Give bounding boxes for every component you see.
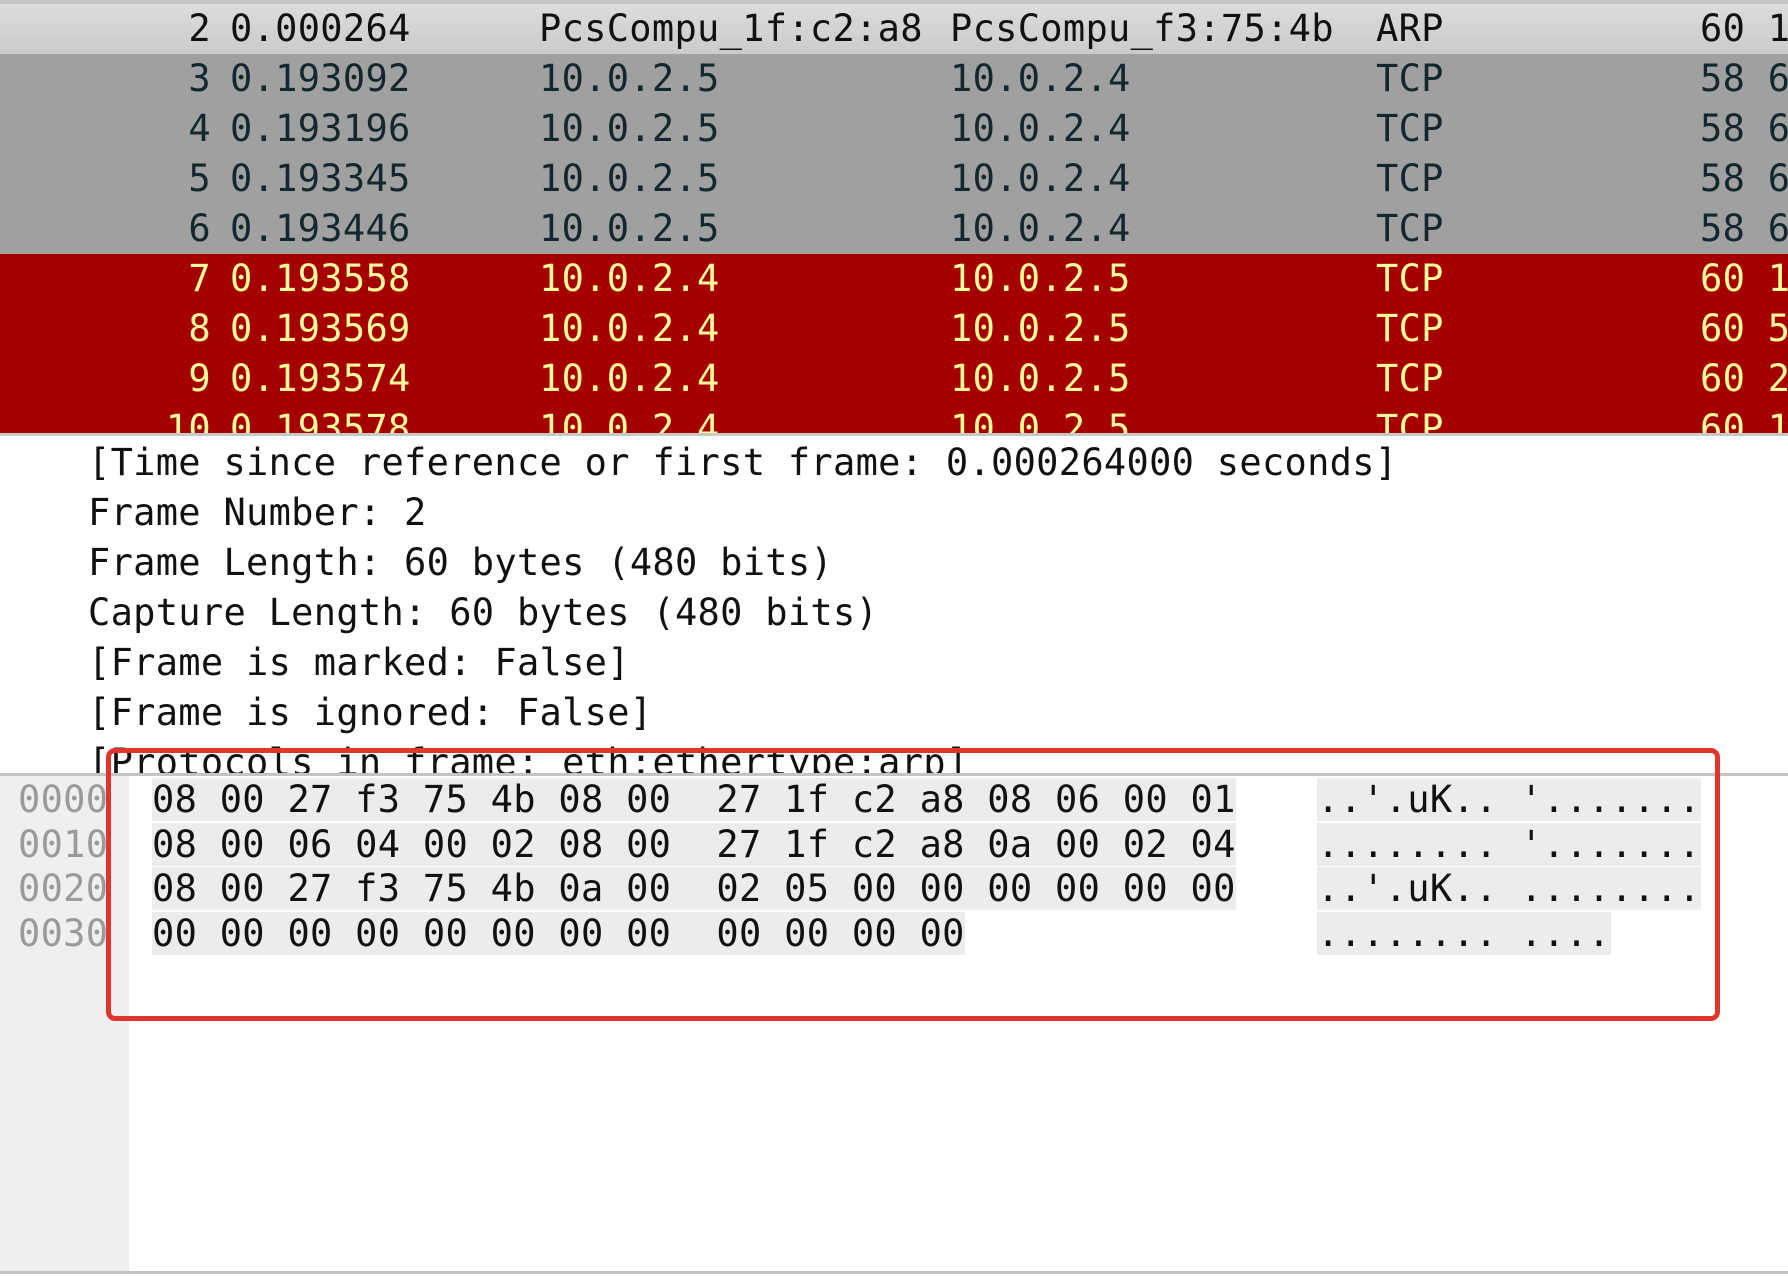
detail-line[interactable]: Capture Length: 60 bytes (480 bits) bbox=[88, 588, 878, 638]
packet-number: 9 bbox=[188, 357, 211, 400]
packet-length: 60 1 bbox=[1700, 257, 1788, 300]
packet-protocol: TCP bbox=[1376, 307, 1444, 350]
packet-time: 0.193196 bbox=[230, 107, 411, 150]
packet-row[interactable]: 9 0.193574 10.0.2.4 10.0.2.5 TCP 60 2 bbox=[0, 354, 1788, 404]
packet-length: 60 1 bbox=[1700, 7, 1788, 50]
packet-protocol: ARP bbox=[1376, 7, 1444, 50]
pane-divider bbox=[0, 1271, 1788, 1274]
packet-number: 3 bbox=[188, 57, 211, 100]
packet-source: 10.0.2.4 bbox=[539, 407, 720, 433]
detail-line[interactable]: Frame Number: 2 bbox=[88, 488, 427, 538]
packet-time: 0.193092 bbox=[230, 57, 411, 100]
packet-row[interactable]: 10 0.193578 10.0.2.4 10.0.2.5 TCP 60 1 bbox=[0, 404, 1788, 433]
packet-protocol: TCP bbox=[1376, 107, 1444, 150]
packet-time: 0.193345 bbox=[230, 157, 411, 200]
packet-destination: 10.0.2.5 bbox=[950, 407, 1131, 433]
packet-protocol: TCP bbox=[1376, 207, 1444, 250]
packet-row[interactable]: 3 0.193092 10.0.2.5 10.0.2.4 TCP 58 6 bbox=[0, 54, 1788, 104]
hex-offset[interactable]: 0020 bbox=[18, 867, 108, 911]
detail-line[interactable]: [Time since reference or first frame: 0.… bbox=[88, 438, 1397, 488]
packet-destination: 10.0.2.4 bbox=[950, 107, 1131, 150]
hex-offset[interactable]: 0010 bbox=[18, 823, 108, 867]
packet-number: 8 bbox=[188, 307, 211, 350]
packet-source: 10.0.2.4 bbox=[539, 307, 720, 350]
packet-destination: 10.0.2.5 bbox=[950, 307, 1131, 350]
highlight-annotation-box bbox=[106, 748, 1720, 1021]
packet-length: 60 2 bbox=[1700, 357, 1788, 400]
hex-offset-text: 0000 bbox=[18, 778, 109, 821]
packet-destination: 10.0.2.4 bbox=[950, 157, 1131, 200]
packet-length: 60 1 bbox=[1700, 407, 1788, 433]
packet-source: PcsCompu_1f:c2:a8 bbox=[539, 7, 923, 50]
packet-protocol: TCP bbox=[1376, 157, 1444, 200]
hex-offset[interactable]: 0000 bbox=[18, 778, 108, 822]
packet-destination: 10.0.2.4 bbox=[950, 207, 1131, 250]
hex-offset-text: 0030 bbox=[18, 911, 109, 955]
packet-source: 10.0.2.4 bbox=[539, 357, 720, 400]
packet-row[interactable]: 4 0.193196 10.0.2.5 10.0.2.4 TCP 58 6 bbox=[0, 104, 1788, 154]
hex-offset-text: 0020 bbox=[18, 867, 109, 910]
packet-time: 0.193578 bbox=[230, 407, 411, 433]
detail-line[interactable]: [Frame is ignored: False] bbox=[88, 688, 652, 738]
packet-number: 4 bbox=[188, 107, 211, 150]
packet-length: 58 6 bbox=[1700, 107, 1788, 150]
packet-destination: PcsCompu_f3:75:4b bbox=[950, 7, 1334, 50]
packet-time: 0.193569 bbox=[230, 307, 411, 350]
packet-row[interactable]: 2 0.000264 PcsCompu_1f:c2:a8 PcsCompu_f3:75… bbox=[0, 4, 1788, 54]
packet-length: 58 6 bbox=[1700, 57, 1788, 100]
detail-line[interactable]: [Frame is marked: False] bbox=[88, 638, 630, 688]
packet-destination: 10.0.2.5 bbox=[950, 357, 1131, 400]
packet-source: 10.0.2.5 bbox=[539, 207, 720, 250]
packet-length: 58 6 bbox=[1700, 157, 1788, 200]
packet-length: 60 5 bbox=[1700, 307, 1788, 350]
packet-source: 10.0.2.5 bbox=[539, 157, 720, 200]
packet-destination: 10.0.2.4 bbox=[950, 57, 1131, 100]
packet-time: 0.193558 bbox=[230, 257, 411, 300]
packet-time: 0.000264 bbox=[230, 7, 411, 50]
packet-time: 0.193446 bbox=[230, 207, 411, 250]
packet-source: 10.0.2.4 bbox=[539, 257, 720, 300]
packet-list[interactable]: 2 0.000264 PcsCompu_1f:c2:a8 PcsCompu_f3:75… bbox=[0, 0, 1788, 433]
packet-length: 58 6 bbox=[1700, 207, 1788, 250]
packet-row[interactable]: 7 0.193558 10.0.2.4 10.0.2.5 TCP 60 1 bbox=[0, 254, 1788, 304]
packet-source: 10.0.2.5 bbox=[539, 107, 720, 150]
packet-protocol: TCP bbox=[1376, 357, 1444, 400]
packet-number: 5 bbox=[188, 157, 211, 200]
detail-line[interactable]: Frame Length: 60 bytes (480 bits) bbox=[88, 538, 833, 588]
packet-time: 0.193574 bbox=[230, 357, 411, 400]
packet-source: 10.0.2.5 bbox=[539, 57, 720, 100]
hex-offset[interactable]: 0030 bbox=[18, 912, 108, 956]
packet-protocol: TCP bbox=[1376, 57, 1444, 100]
packet-row[interactable]: 8 0.193569 10.0.2.4 10.0.2.5 TCP 60 5 bbox=[0, 304, 1788, 354]
packet-protocol: TCP bbox=[1376, 407, 1444, 433]
packet-row[interactable]: 5 0.193345 10.0.2.5 10.0.2.4 TCP 58 6 bbox=[0, 154, 1788, 204]
packet-row[interactable]: 6 0.193446 10.0.2.5 10.0.2.4 TCP 58 6 bbox=[0, 204, 1788, 254]
packet-details-pane[interactable]: [Time since reference or first frame: 0.… bbox=[0, 433, 1788, 773]
packet-number: 7 bbox=[188, 257, 211, 300]
packet-number: 2 bbox=[188, 7, 211, 50]
hex-offset-text: 0010 bbox=[18, 822, 109, 866]
packet-destination: 10.0.2.5 bbox=[950, 257, 1131, 300]
packet-protocol: TCP bbox=[1376, 257, 1444, 300]
packet-number: 6 bbox=[188, 207, 211, 250]
packet-number: 10 bbox=[165, 407, 211, 433]
